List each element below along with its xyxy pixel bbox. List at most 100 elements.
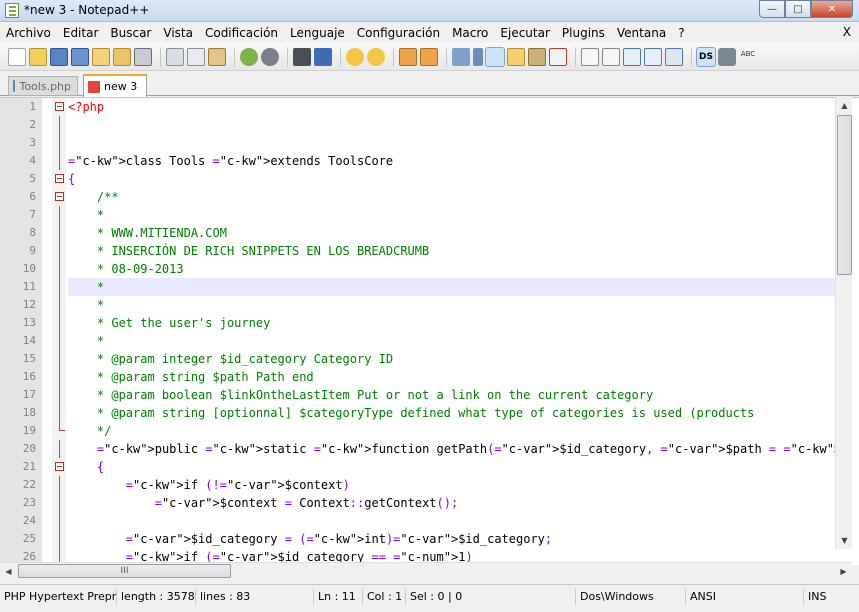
print-icon[interactable] [134,47,152,66]
menu-plugins[interactable]: Plugins [556,26,611,40]
close-document-button[interactable]: X [843,25,851,39]
code-line[interactable]: 9 * INSERCIÓN DE RICH SNIPPETS EN LOS BR… [0,242,835,260]
code-line[interactable]: 14 * [0,332,835,350]
code-line[interactable]: 12 * [0,296,835,314]
code-line[interactable]: 8 * WWW.MITIENDA.COM [0,224,835,242]
sync-v-icon[interactable] [399,47,417,66]
fold-line [59,494,60,512]
menu-codificacion[interactable]: Codificación [199,26,284,40]
zoom-out-icon[interactable] [367,47,385,66]
menu-configuracion[interactable]: Configuración [351,26,446,40]
cut-icon[interactable] [166,47,184,66]
code-line[interactable]: 17 * @param boolean $linkOntheLastItem P… [0,386,835,404]
code-line[interactable]: 13 * Get the user's journey [0,314,835,332]
fold-toggle-icon[interactable] [55,174,64,183]
code-line[interactable]: 15 * @param integer $id_category Categor… [0,350,835,368]
menu-buscar[interactable]: Buscar [104,26,157,40]
undo-icon[interactable] [240,47,258,66]
code-line[interactable]: 1 <?php [0,98,835,116]
close-button[interactable]: ✕ [811,0,853,18]
code-line[interactable]: 24 [0,512,835,530]
toolbar-separator [393,46,394,67]
code-line[interactable]: 18 * @param string [optionnal] $category… [0,404,835,422]
code-line[interactable]: 16 * @param string $path Path end [0,368,835,386]
fold-line [59,440,60,458]
menu-ventana[interactable]: Ventana [611,26,672,40]
sync-h-icon[interactable] [420,47,438,66]
tab-tools-php[interactable]: Tools.php [8,76,78,96]
zoom-in-icon[interactable] [346,47,364,66]
close-icon[interactable] [92,47,110,66]
scroll-up-icon[interactable]: ▲ [836,97,853,114]
vertical-scroll-thumb[interactable] [837,115,852,275]
open-file-icon[interactable] [29,47,47,66]
new-file-icon[interactable] [8,47,26,66]
code-line[interactable]: 20 ="c-kw">public ="c-kw">static ="c-kw"… [0,440,835,458]
all-chars-icon[interactable] [473,47,483,66]
run-macro-icon[interactable] [644,47,662,66]
stop-macro-icon[interactable] [602,47,620,66]
fold-toggle-icon[interactable] [55,462,64,471]
plugin-icon[interactable] [718,47,736,66]
replace-icon[interactable] [314,47,332,66]
code-line[interactable]: 7 * [0,206,835,224]
code-line[interactable]: 6 /** [0,188,835,206]
code-text: * [68,208,105,222]
code-line[interactable]: 25 ="c-var">$id_category = (="c-kw">int)… [0,530,835,548]
code-line[interactable]: 11 * [0,278,835,296]
close-all-icon[interactable] [113,47,131,66]
code-line[interactable]: 21 { [0,458,835,476]
maximize-button[interactable]: □ [785,0,811,18]
scroll-right-icon[interactable]: ▶ [835,563,852,580]
menu-archivo[interactable]: Archivo [0,26,57,40]
save-macro-icon[interactable] [665,47,683,66]
code-line[interactable]: 2 [0,116,835,134]
save-all-icon[interactable] [71,47,89,66]
line-number: 16 [22,370,36,383]
function-list-icon[interactable] [549,47,567,66]
horizontal-scroll-thumb[interactable]: III [18,564,231,578]
wrap-icon[interactable] [452,47,470,66]
minimize-button[interactable]: — [759,0,785,18]
vertical-scrollbar[interactable]: ▲ ▼ [835,97,852,549]
menu-editar[interactable]: Editar [57,26,105,40]
scroll-down-icon[interactable]: ▼ [836,532,853,549]
code-line[interactable]: 4 ="c-kw">class Tools ="c-kw">extends Too… [0,152,835,170]
record-macro-icon[interactable] [581,47,599,66]
horizontal-scrollbar[interactable]: ◀ III ▶ [0,562,852,579]
find-icon[interactable] [293,47,311,66]
menu-help[interactable]: ? [672,26,690,40]
paste-icon[interactable] [208,47,226,66]
menu-vista[interactable]: Vista [157,26,199,40]
doc-map-icon[interactable] [528,47,546,66]
redo-icon[interactable] [261,47,279,66]
code-line[interactable]: 23 ="c-var">$context = Context::getConte… [0,494,835,512]
code-line[interactable]: 10 * 08-09-2013 [0,260,835,278]
ds-icon[interactable]: DS [696,46,716,67]
fold-toggle-icon[interactable] [55,192,64,201]
code-text: * @param integer $id_category Category I… [68,352,394,366]
scroll-left-icon[interactable]: ◀ [0,563,17,580]
tab-new-3[interactable]: new 3 [83,74,147,97]
code-line[interactable]: 22 ="c-kw">if (!="c-var">$context) [0,476,835,494]
code-editor[interactable]: 1 <?php 2 3 4 ="c-kw">class Tools ="c-kw">ext… [0,97,859,565]
toolbar: DS ABC [0,43,859,71]
code-line[interactable]: 5{ [0,170,835,188]
indent-guide-icon[interactable] [485,46,505,67]
line-number: 7 [29,208,36,221]
play-macro-icon[interactable] [623,47,641,66]
menu-macro[interactable]: Macro [446,26,494,40]
copy-icon[interactable] [187,47,205,66]
spellcheck-icon[interactable]: ABC [739,48,757,66]
fold-line [59,134,60,152]
code-line[interactable]: 3 [0,134,835,152]
menu-ejecutar[interactable]: Ejecutar [494,26,556,40]
code-text: ="c-var">$context = Context::getContext(… [154,496,459,510]
save-icon[interactable] [50,47,68,66]
user-lang-icon[interactable] [507,47,525,66]
menu-lenguaje[interactable]: Lenguaje [284,26,351,40]
fold-line [59,278,60,296]
code-line[interactable]: 19 */ [0,422,835,440]
fold-toggle-icon[interactable] [55,102,64,111]
